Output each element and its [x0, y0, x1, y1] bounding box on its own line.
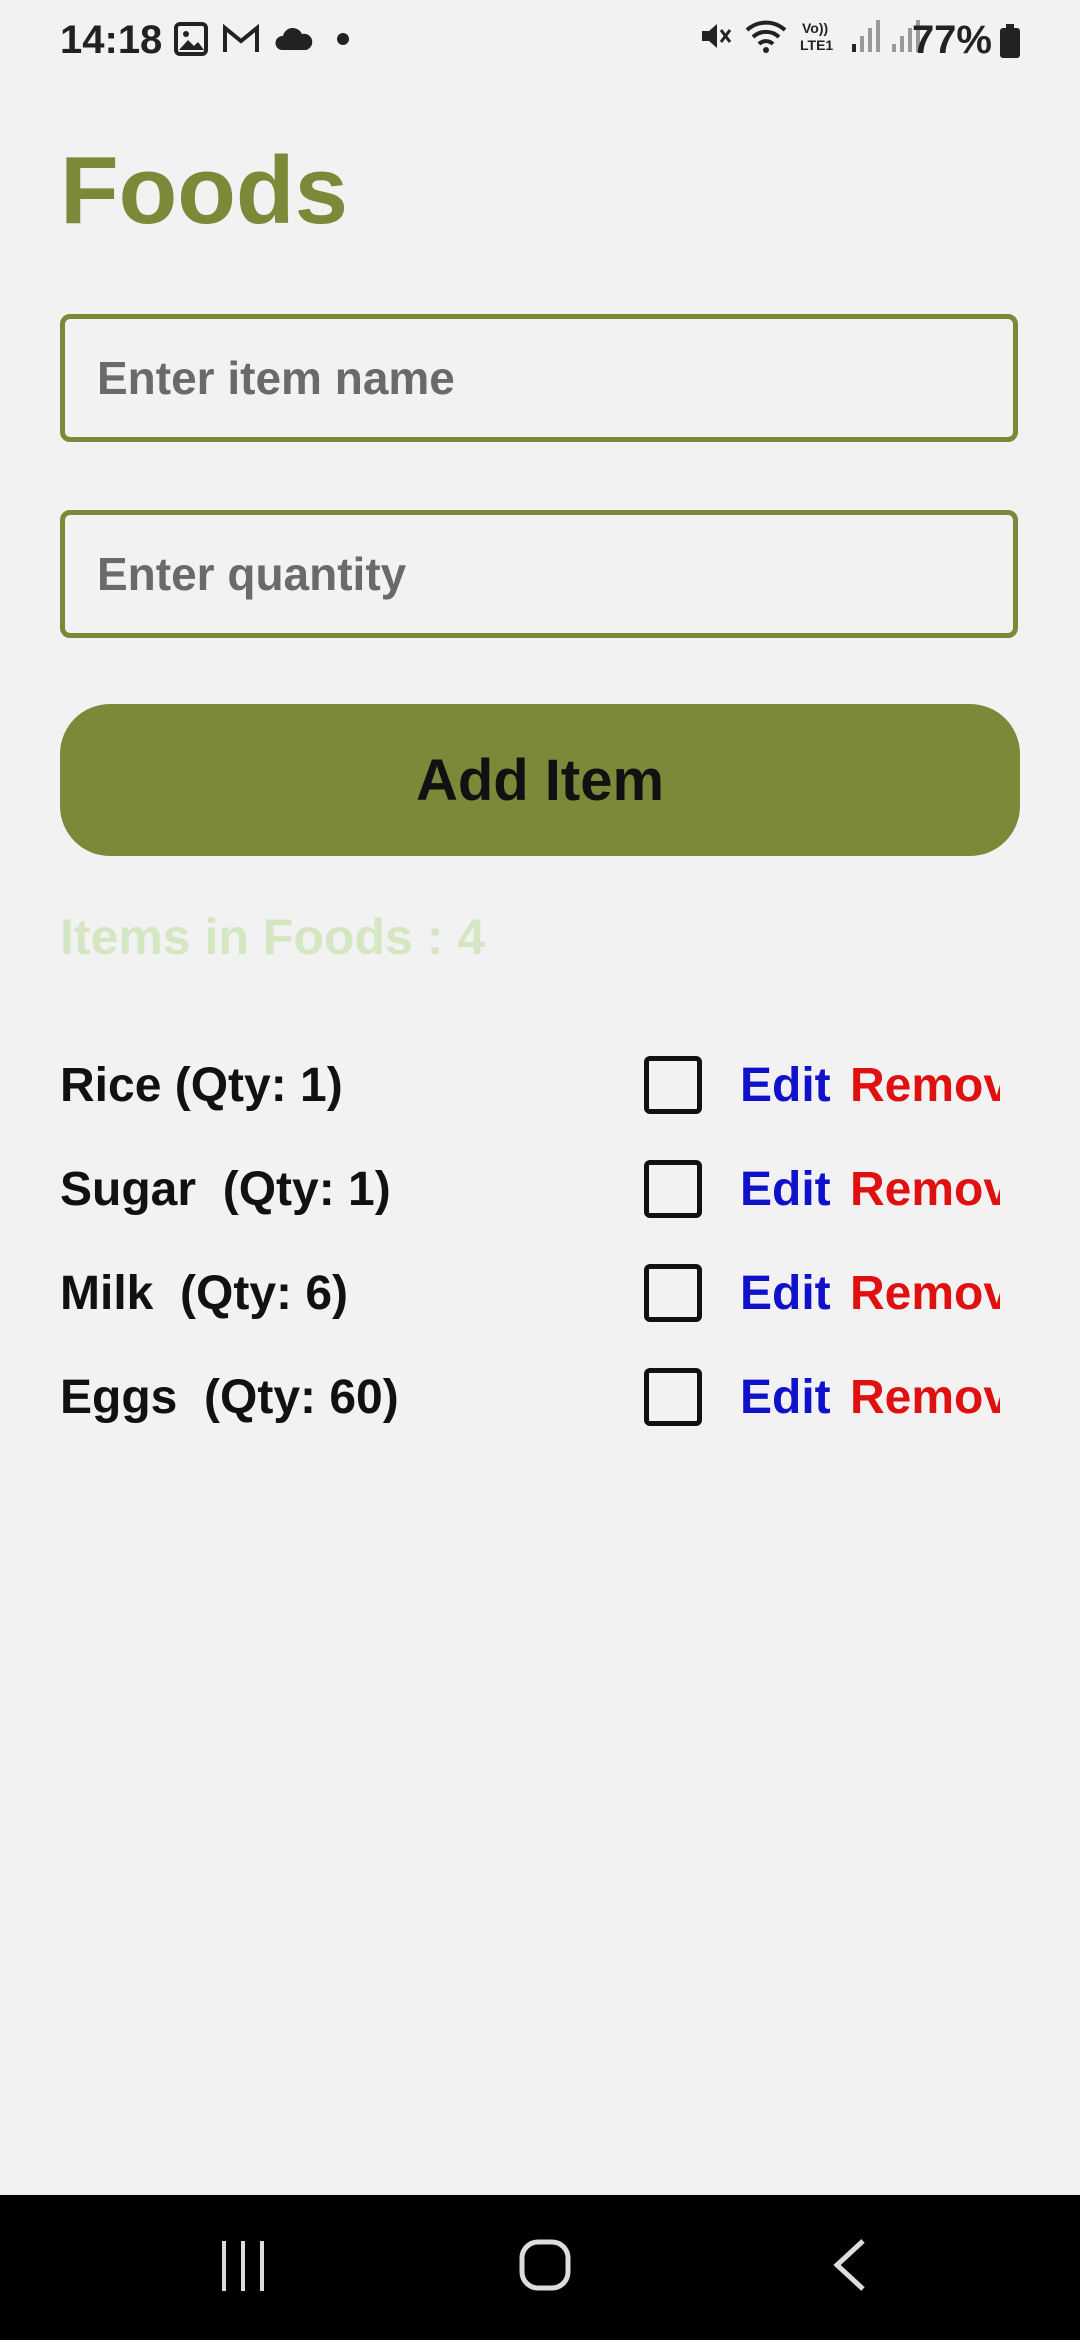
back-icon[interactable]	[825, 2235, 875, 2295]
item-checkbox[interactable]	[644, 1056, 702, 1114]
status-bar: 14:18 Vo)) LTE1 77%	[0, 0, 1080, 80]
status-time: 14:18	[60, 18, 163, 62]
remove-button[interactable]: Remov	[850, 1058, 1000, 1113]
svg-text:LTE1: LTE1	[800, 37, 833, 53]
list-item: Eggs (Qty: 60) Edit Remov	[0, 1348, 1080, 1448]
edit-button[interactable]: Edit	[740, 1058, 831, 1113]
page-title: Foods	[60, 137, 348, 244]
item-label: Sugar (Qty: 1)	[60, 1163, 391, 1216]
item-checkbox[interactable]	[644, 1264, 702, 1322]
mute-icon	[702, 24, 732, 48]
list-item: Rice (Qty: 1) Edit Remov	[0, 1036, 1080, 1136]
item-label: Eggs (Qty: 60)	[60, 1371, 399, 1424]
image-icon	[174, 22, 208, 56]
edit-button[interactable]: Edit	[740, 1266, 831, 1321]
remove-button[interactable]: Remov	[850, 1162, 1000, 1217]
battery-icon	[1000, 24, 1020, 58]
quantity-placeholder: Enter quantity	[97, 548, 407, 600]
notification-icons	[174, 22, 358, 56]
home-icon[interactable]	[515, 2235, 575, 2295]
cloud-icon	[275, 27, 313, 50]
list-item: Sugar (Qty: 1) Edit Remov	[0, 1140, 1080, 1240]
quantity-input[interactable]: Enter quantity	[60, 510, 1018, 638]
gmail-icon	[223, 24, 259, 52]
navigation-bar	[0, 2195, 1080, 2340]
edit-button[interactable]: Edit	[740, 1370, 831, 1425]
battery-percent: 77%	[911, 18, 992, 62]
wifi-icon	[745, 20, 787, 53]
item-checkbox[interactable]	[644, 1368, 702, 1426]
edit-button[interactable]: Edit	[740, 1162, 831, 1217]
svg-text:Vo)): Vo))	[802, 20, 828, 36]
volte-icon: Vo)) LTE1	[800, 20, 833, 53]
remove-button[interactable]: Remov	[850, 1266, 1000, 1321]
signal-icon	[852, 20, 880, 52]
items-count: Items in Foods : 4	[60, 909, 486, 965]
item-label: Rice (Qty: 1)	[60, 1059, 343, 1112]
recents-icon[interactable]	[218, 2235, 268, 2295]
item-name-input[interactable]: Enter item name	[60, 314, 1018, 442]
item-name-placeholder: Enter item name	[97, 352, 455, 404]
system-icons: Vo)) LTE1	[698, 18, 920, 54]
item-label: Milk (Qty: 6)	[60, 1267, 349, 1320]
add-item-button[interactable]: Add Item	[60, 704, 1020, 856]
dot-icon	[337, 33, 349, 45]
remove-button[interactable]: Remov	[850, 1370, 1000, 1425]
item-checkbox[interactable]	[644, 1160, 702, 1218]
list-item: Milk (Qty: 6) Edit Remov	[0, 1244, 1080, 1344]
